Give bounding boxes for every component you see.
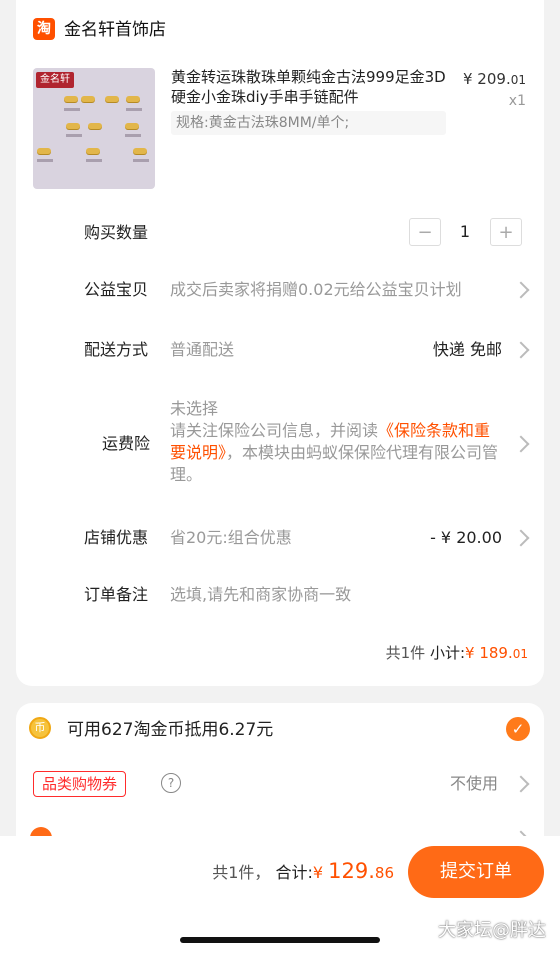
checkmark-icon[interactable]: ✓ bbox=[506, 717, 530, 741]
subtotal-currency: ¥ bbox=[465, 644, 480, 662]
bead-caption bbox=[126, 108, 142, 111]
total-currency: ¥ bbox=[312, 863, 329, 882]
quantity-label: 购买数量 bbox=[84, 223, 149, 242]
help-icon[interactable]: ? bbox=[161, 773, 181, 793]
product-spec[interactable]: 规格:黄金古法珠8MM/单个; bbox=[171, 111, 446, 135]
insurance-info[interactable]: 未选择 请关注保险公司信息，并阅读《保险条款和重要说明》，本模块由蚂蚁保保险代理… bbox=[170, 398, 500, 486]
store-discount-label: 店铺优惠 bbox=[84, 528, 149, 547]
bead-image bbox=[125, 123, 139, 129]
coupon-badge: 品类购物券 bbox=[33, 771, 127, 797]
quantity-value[interactable]: 1 bbox=[456, 222, 474, 241]
delivery-option[interactable]: 快递 免邮 bbox=[433, 339, 502, 361]
chevron-right-icon[interactable] bbox=[512, 529, 530, 547]
delivery-value: 普通配送 bbox=[170, 340, 235, 359]
subtotal-label: 小计: bbox=[429, 644, 465, 662]
bead-image bbox=[66, 123, 80, 129]
store-discount-amount[interactable]: - ¥ 20.00 bbox=[430, 527, 502, 549]
product-qty: x1 bbox=[508, 93, 526, 109]
watermark: 大家坛@胖达 bbox=[438, 920, 546, 941]
submit-order-button[interactable]: 提交订单 bbox=[408, 846, 544, 898]
bead-image bbox=[81, 96, 95, 102]
bead-caption bbox=[125, 134, 141, 137]
subtotal: 共1件 小计:¥ 189.01 bbox=[386, 642, 528, 663]
insurance-text-prefix: 请关注保险公司信息，并阅读 bbox=[170, 421, 379, 440]
price-dec: 01 bbox=[510, 73, 526, 87]
total-dec: 86 bbox=[374, 864, 394, 882]
shop-name[interactable]: 金名轩首饰店 bbox=[64, 18, 166, 42]
thumbnail-brand-label: 金名轩 bbox=[36, 72, 74, 88]
coins-text: 可用627淘金币抵用6.27元 bbox=[67, 720, 274, 740]
insurance-label: 运费险 bbox=[102, 434, 151, 453]
chevron-right-icon[interactable] bbox=[512, 435, 530, 453]
subtotal-amount: ¥ 189.01 bbox=[465, 644, 528, 662]
bead-image bbox=[86, 148, 100, 154]
subtotal-dec: 01 bbox=[512, 647, 528, 661]
chevron-right-icon[interactable] bbox=[512, 341, 530, 359]
product-title[interactable]: 黄金转运珠散珠单颗纯金古法999足金3D硬金小金珠diy手串手链配件 bbox=[171, 67, 451, 107]
chevron-right-icon[interactable] bbox=[512, 281, 530, 299]
total-label: 合计: bbox=[275, 863, 313, 882]
insurance-status: 未选择 bbox=[170, 399, 219, 418]
total-int: 129. bbox=[328, 859, 375, 883]
bead-image bbox=[105, 96, 119, 102]
order-note-input[interactable]: 选填,请先和商家协商一致 bbox=[170, 584, 510, 606]
coupon-value[interactable]: 不使用 bbox=[450, 773, 498, 795]
bead-caption bbox=[86, 159, 102, 162]
total-amount: ¥ 129.86 bbox=[312, 859, 394, 883]
quantity-decrease-button[interactable]: − bbox=[409, 218, 441, 246]
insurance-description: 请关注保险公司信息，并阅读《保险条款和重要说明》，本模块由蚂蚁保保险代理有限公司… bbox=[170, 420, 500, 486]
taojinbi-coin-icon: 币 bbox=[29, 717, 51, 739]
bead-caption bbox=[133, 159, 149, 162]
home-indicator[interactable] bbox=[180, 937, 380, 943]
charity-text[interactable]: 成交后卖家将捐赠0.02元给公益宝贝计划 bbox=[170, 279, 462, 301]
bead-image bbox=[88, 123, 102, 129]
subtotal-count: 共1件 bbox=[385, 644, 426, 662]
total-count: 共1件， bbox=[212, 863, 271, 882]
bead-image bbox=[126, 96, 140, 102]
bead-caption bbox=[66, 134, 82, 137]
bead-image bbox=[64, 96, 78, 102]
bead-image bbox=[133, 148, 147, 154]
subtotal-int: 189. bbox=[479, 644, 513, 662]
quantity-increase-button[interactable]: + bbox=[490, 218, 522, 246]
order-note-label: 订单备注 bbox=[84, 585, 149, 604]
bead-caption bbox=[64, 108, 80, 111]
taobao-logo-icon: 淘 bbox=[33, 18, 55, 40]
product-thumbnail[interactable]: 金名轩 bbox=[33, 68, 155, 189]
charity-label: 公益宝贝 bbox=[84, 280, 149, 299]
delivery-label: 配送方式 bbox=[84, 340, 149, 359]
order-card: 淘 金名轩首饰店 金名轩 黄金转运珠散珠单颗纯金古法999足金3D硬金小金珠di… bbox=[16, 0, 544, 686]
chevron-right-icon[interactable] bbox=[512, 775, 530, 793]
bead-image bbox=[37, 148, 51, 154]
bead-caption bbox=[37, 159, 53, 162]
product-price: ¥ 209.01 bbox=[463, 70, 526, 88]
order-total: 共1件， 合计:¥ 129.86 bbox=[212, 859, 394, 883]
store-discount-text: 省20元:组合优惠 bbox=[170, 528, 292, 547]
price-int: ¥ 209. bbox=[463, 70, 511, 88]
